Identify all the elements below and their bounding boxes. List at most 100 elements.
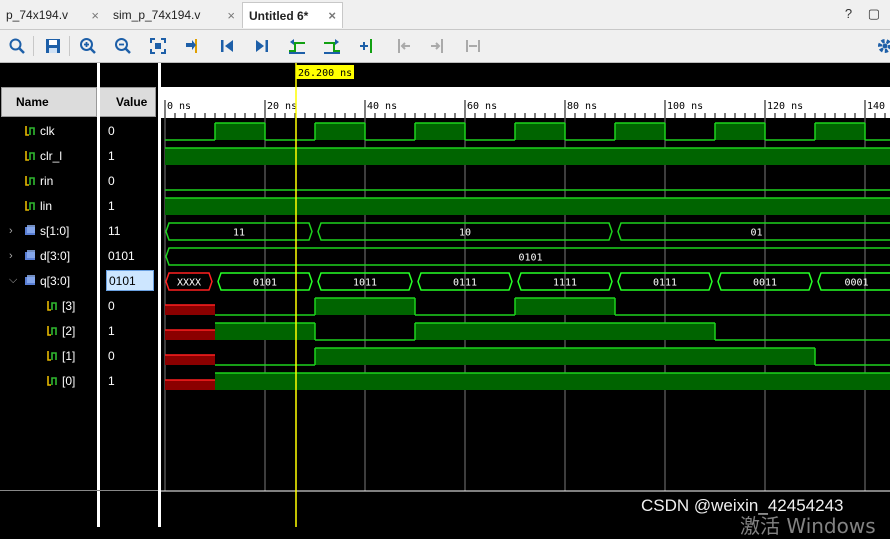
- signal-name: clr_l: [40, 148, 63, 163]
- close-icon[interactable]: ×: [219, 8, 235, 23]
- signal-value: 0: [108, 348, 115, 363]
- signal-value: 0: [108, 298, 115, 313]
- signal-row[interactable]: › d[3:0] 0101: [0, 243, 158, 268]
- bus-value-label: 0111: [453, 278, 477, 289]
- bus-signal-icon: [25, 275, 35, 285]
- name-column-header[interactable]: Name: [1, 87, 97, 117]
- panel-bottom-line: [0, 490, 158, 491]
- signal-row[interactable]: clr_l 1: [0, 143, 158, 168]
- bus-value-label: XXXX: [177, 278, 201, 289]
- ruler-label: 60 ns: [467, 101, 497, 112]
- tab-sim-p-74x194[interactable]: sim_p_74x194.v ×: [107, 2, 241, 28]
- x-state-region: [165, 330, 215, 340]
- previous-transition-icon[interactable]: [286, 35, 308, 57]
- bus-value-label: 0111: [653, 278, 677, 289]
- editor-tab-bar: p_74x194.v × sim_p_74x194.v × Untitled 6…: [0, 0, 890, 30]
- bus-value-label: 1111: [553, 278, 577, 289]
- signal-name: s[1:0]: [40, 223, 70, 238]
- ruler-label: 0 ns: [167, 101, 191, 112]
- signal-value: 0101: [108, 248, 135, 263]
- bus-value-label: 1011: [353, 278, 377, 289]
- bus-value-label: 0101: [253, 278, 277, 289]
- x-state-region: [165, 355, 215, 365]
- tab-label: sim_p_74x194.v: [113, 8, 201, 22]
- signal-value: 1: [108, 198, 115, 213]
- bus-signal-icon: [25, 250, 35, 260]
- settings-icon[interactable]: [874, 35, 890, 57]
- window-controls[interactable]: ? ▢: [845, 6, 886, 22]
- signal-value: 0: [108, 173, 115, 188]
- high-fill: [515, 298, 615, 315]
- signal-name: [1]: [62, 348, 76, 363]
- signal-row[interactable]: [3] 0: [0, 293, 158, 318]
- high-fill: [215, 373, 890, 390]
- signal-value: 0: [108, 123, 115, 138]
- signal-row[interactable]: ⌵ q[3:0] 0101: [0, 268, 158, 293]
- bus-value-label: 0001: [844, 278, 868, 289]
- signal-row[interactable]: rin 0: [0, 168, 158, 193]
- bit-signal-icon: [47, 376, 57, 386]
- high-fill: [415, 123, 465, 140]
- cursor-label: 26.200 ns: [298, 68, 352, 79]
- go-to-end-icon[interactable]: [251, 35, 273, 57]
- bit-signal-icon: [25, 126, 35, 136]
- bit-signal-icon: [25, 201, 35, 211]
- high-fill: [415, 323, 715, 340]
- bus-value-label: 0101: [518, 253, 542, 264]
- save-icon[interactable]: [42, 35, 64, 57]
- next-marker-icon[interactable]: [427, 35, 449, 57]
- ruler-label: 100 ns: [667, 101, 703, 112]
- bit-signal-icon: [47, 301, 57, 311]
- signal-row[interactable]: [1] 0: [0, 343, 158, 368]
- close-icon[interactable]: ×: [83, 8, 99, 23]
- signal-row[interactable]: › s[1:0] 11: [0, 218, 158, 243]
- signal-row[interactable]: lin 1: [0, 193, 158, 218]
- signal-name: clk: [40, 123, 55, 138]
- waveform-canvas[interactable]: 0 ns 20 ns 40 ns 60 ns 80 ns 100 ns 120 ns 140 1…: [161, 63, 890, 527]
- x-state-region: [165, 380, 215, 390]
- ruler-label: 80 ns: [567, 101, 597, 112]
- next-transition-icon[interactable]: [321, 35, 343, 57]
- bit-signal-icon: [47, 351, 57, 361]
- windows-activation-text: 激活 Windows: [740, 514, 876, 538]
- bus-value-label: 10: [459, 228, 471, 239]
- high-fill: [515, 123, 565, 140]
- go-to-start-icon[interactable]: [216, 35, 238, 57]
- chevron-right-icon[interactable]: ›: [9, 243, 13, 268]
- signal-name: [0]: [62, 373, 76, 388]
- close-icon[interactable]: ×: [320, 8, 336, 23]
- high-fill: [715, 123, 765, 140]
- zoom-in-icon[interactable]: [77, 35, 99, 57]
- high-fill: [165, 148, 890, 165]
- signal-name: [3]: [62, 298, 76, 313]
- signal-row[interactable]: clk 0: [0, 118, 158, 143]
- signal-value: 1: [108, 148, 115, 163]
- go-to-cursor-icon[interactable]: [181, 35, 203, 57]
- high-fill: [215, 323, 315, 340]
- previous-marker-icon[interactable]: [392, 35, 414, 57]
- signal-name: lin: [40, 198, 53, 213]
- zoom-out-icon[interactable]: [112, 35, 134, 57]
- signal-value: 1: [108, 323, 115, 338]
- tab-p-74x194[interactable]: p_74x194.v ×: [0, 2, 105, 28]
- high-fill: [615, 123, 665, 140]
- value-column-header[interactable]: Value: [99, 87, 156, 117]
- waveform-svg: 0 ns 20 ns 40 ns 60 ns 80 ns 100 ns 120 ns 140 1…: [161, 63, 890, 527]
- zoom-fit-icon[interactable]: [147, 35, 169, 57]
- swap-cursors-icon[interactable]: [462, 35, 484, 57]
- high-fill: [215, 123, 265, 140]
- signal-row[interactable]: [0] 1: [0, 368, 158, 393]
- signal-value: 0101: [106, 270, 154, 291]
- high-fill: [165, 198, 890, 215]
- tab-untitled-6[interactable]: Untitled 6* ×: [242, 2, 343, 28]
- bit-signal-icon: [47, 326, 57, 336]
- ruler-label: 40 ns: [367, 101, 397, 112]
- chevron-right-icon[interactable]: ›: [9, 218, 13, 243]
- signal-row[interactable]: [2] 1: [0, 318, 158, 343]
- chevron-down-icon[interactable]: ⌵: [9, 268, 17, 293]
- bus-value-label: 0011: [753, 278, 777, 289]
- search-icon[interactable]: [6, 35, 28, 57]
- add-marker-icon[interactable]: [356, 35, 378, 57]
- signal-value: 1: [108, 373, 115, 388]
- high-fill: [315, 348, 815, 365]
